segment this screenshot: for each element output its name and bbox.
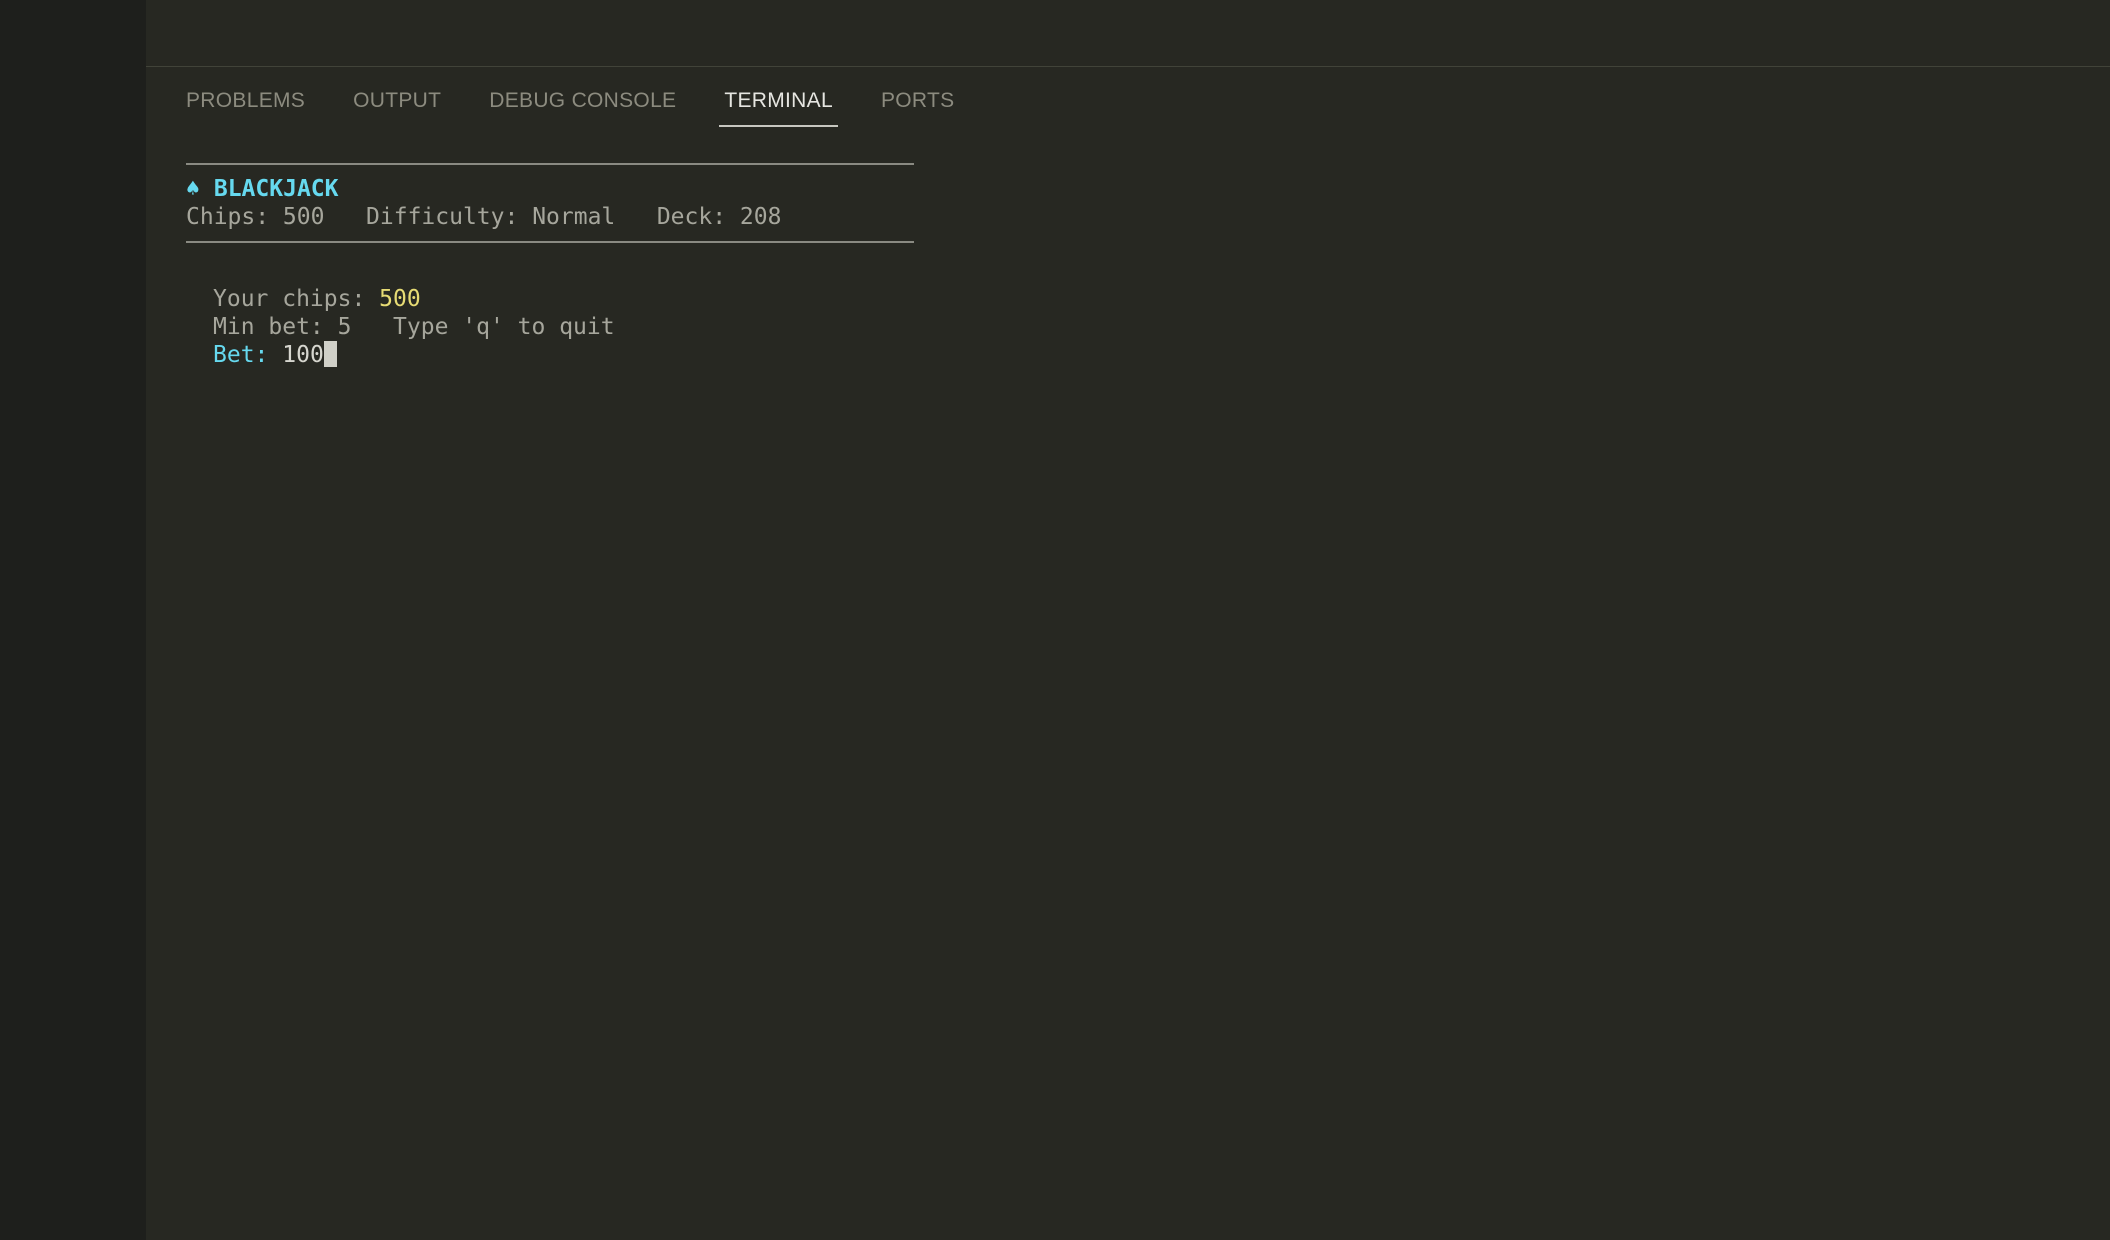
game-title: BLACKJACK [213,176,339,202]
bet-prompt: Your chips: 500 Min bet: 5 Type 'q' to q… [186,285,914,369]
difficulty-status: Difficulty: Normal [366,204,616,230]
deck-status: Deck: 208 [656,204,782,230]
chips-status: Chips: 500 [186,204,325,230]
tab-debug-console[interactable]: DEBUG CONSOLE [484,89,681,127]
game-status-line: Chips: 500 Difficulty: Normal Deck: 208 [186,203,914,231]
activity-bar [0,0,146,1240]
panel-tabs: PROBLEMS OUTPUT DEBUG CONSOLE TERMINAL P… [186,89,997,129]
terminal-cursor [323,341,337,367]
min-bet-label: Min bet: 5 [213,314,352,340]
spade-icon: ♠ [186,176,200,202]
tab-output[interactable]: OUTPUT [348,89,446,127]
bet-label: Bet: [213,342,283,368]
bottom-panel: PROBLEMS OUTPUT DEBUG CONSOLE TERMINAL P… [146,67,2110,1240]
tab-terminal[interactable]: TERMINAL [719,89,838,127]
quit-hint: Type 'q' to quit [393,314,615,340]
bet-input[interactable]: 100 [282,342,324,368]
tab-ports[interactable]: PORTS [876,89,959,127]
editor-area [146,0,2110,67]
tab-problems[interactable]: PROBLEMS [186,89,310,127]
your-chips-label: Your chips: [213,286,380,312]
terminal-output[interactable]: ♠ BLACKJACK Chips: 500 Difficulty: Normal… [186,163,914,369]
vscode-window: PROBLEMS OUTPUT DEBUG CONSOLE TERMINAL P… [0,0,2110,1240]
your-chips-value: 500 [379,286,421,312]
game-header: ♠ BLACKJACK Chips: 500 Difficulty: Normal… [186,165,914,241]
